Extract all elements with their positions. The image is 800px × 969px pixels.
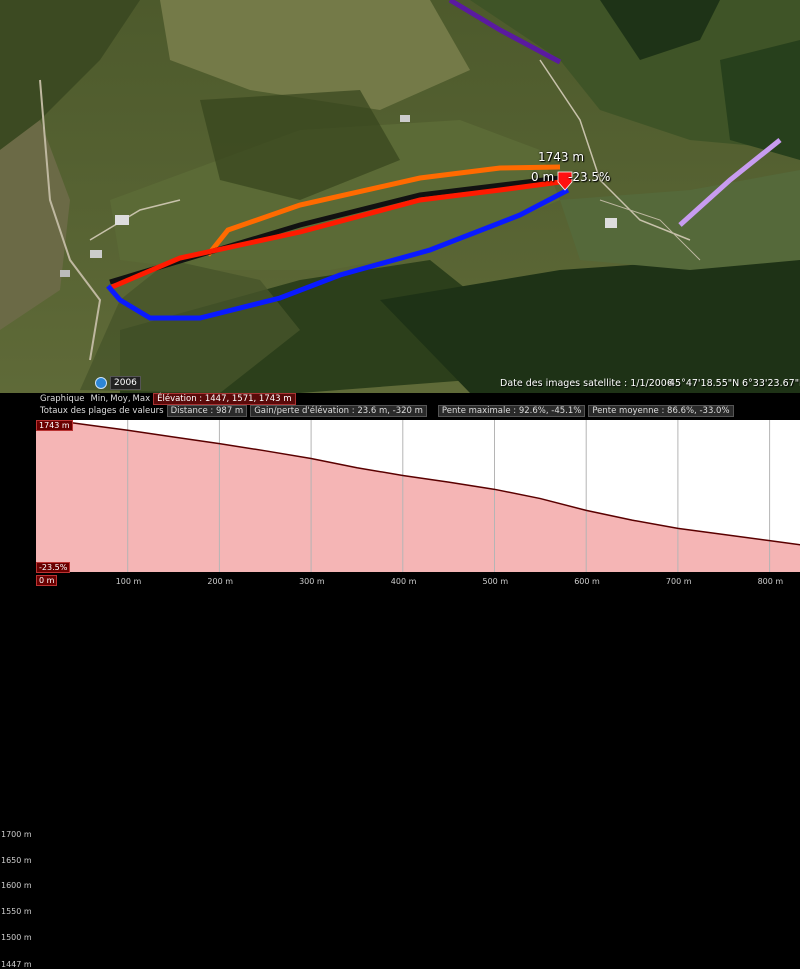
y-tick-label: 1447 m: [1, 960, 32, 969]
clock-icon: [95, 377, 107, 389]
x-tick-label: 500 m: [482, 577, 509, 586]
historical-imagery-badge[interactable]: 2006: [95, 376, 141, 390]
latitude-readout: 45°47'18.55"N: [669, 378, 740, 389]
satellite-map-view[interactable]: 1743 m 0 m -23.5% 2006 Date des images s…: [0, 0, 800, 393]
x-tick-label: 100 m: [115, 577, 142, 586]
y-tick-label: 1550 m: [1, 907, 32, 917]
max-slope-stat: Pente maximale : 92.6%, -45.1%: [437, 405, 586, 417]
elevation-profile-chart[interactable]: [36, 420, 800, 572]
imagery-year: 2006: [110, 376, 141, 390]
x-tick-label: 200 m: [207, 577, 233, 586]
max-toggle[interactable]: Max: [131, 394, 154, 404]
avg-slope-stat: Pente moyenne : 86.6%, -33.0%: [588, 405, 734, 417]
profile-toolbar-row-1: Graphique Min, Moy, Max Élévation : 1447…: [37, 393, 299, 405]
profile-toolbar-row-2: Totaux des plages de valeurs Distance : …: [37, 405, 737, 417]
y-tick-label: 1650 m: [1, 855, 32, 865]
elevation-profile-panel: Graphique Min, Moy, Max Élévation : 1447…: [0, 393, 800, 969]
x-tick-label: 400 m: [390, 577, 417, 586]
graph-label[interactable]: Graphique: [37, 394, 87, 404]
x-tick-label: 800 m: [757, 577, 784, 586]
longitude-readout: 6°33'23.67"E: [742, 378, 800, 389]
max-elevation-label: 1743 m: [538, 150, 585, 164]
distance-stat: Distance : 987 m: [166, 405, 248, 417]
elevation-dropdown[interactable]: Élévation : 1447, 1571, 1743 m: [153, 393, 296, 405]
avg-toggle[interactable]: Moy: [108, 394, 128, 404]
x-tick-label: 300 m: [299, 577, 325, 586]
cursor-elevation-tag: 1743 m: [36, 420, 73, 431]
cursor-slope-tag: -23.5%: [36, 562, 71, 573]
cursor-distance-tag: 0 m: [36, 575, 58, 586]
y-tick-label: 1500 m: [1, 932, 32, 942]
terrain-imagery: [0, 0, 800, 393]
y-tick-label: 1600 m: [1, 881, 32, 891]
x-tick-label: 600 m: [574, 577, 600, 586]
totals-label: Totaux des plages de valeurs: [40, 406, 164, 416]
min-toggle[interactable]: Min: [87, 394, 105, 404]
slope-label: -23.5%: [568, 170, 611, 184]
gain-loss-stat: Gain/perte d'élévation : 23.6 m, -320 m: [250, 405, 427, 417]
distance-label: 0 m: [531, 170, 555, 184]
imagery-date: Date des images satellite : 1/1/2006: [500, 378, 673, 389]
y-tick-label: 1700 m: [1, 830, 32, 840]
x-tick-label: 700 m: [665, 577, 692, 586]
